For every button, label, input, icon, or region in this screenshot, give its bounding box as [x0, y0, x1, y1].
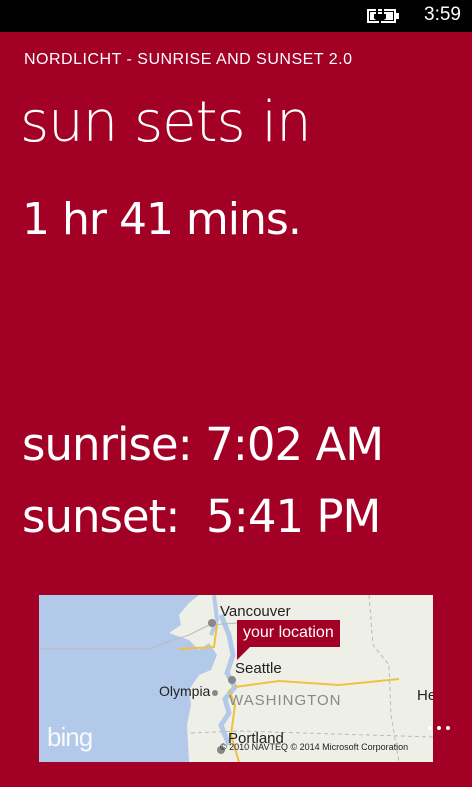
status-clock: 3:59 [424, 4, 461, 25]
map-place-vancouver: Vancouver [220, 603, 291, 620]
map-place-olympia: Olympia [159, 683, 211, 699]
battery-charging-icon [367, 9, 399, 23]
pin-pointer [237, 646, 251, 660]
sunset-time: 5:41 PM [206, 490, 381, 543]
sunrise-time: 7:02 AM [205, 418, 384, 471]
more-options-icon[interactable] [426, 722, 452, 734]
map-place-seattle: Seattle [235, 660, 282, 677]
sunset-countdown: 1 hr 41 mins. [22, 194, 302, 245]
location-map[interactable]: Vancouver Seattle Olympia WASHINGTON Por… [39, 595, 433, 762]
sunset-row: sunset: 5:41 PM [22, 490, 381, 543]
sunrise-row: sunrise: 7:02 AM [22, 418, 384, 471]
headline: sun sets in [20, 90, 312, 155]
bing-logo: bing [47, 722, 93, 752]
map-place-washington: WASHINGTON [229, 692, 342, 709]
sunset-label: sunset: [22, 490, 180, 543]
map-place-he: He [417, 687, 433, 704]
app-title: NORDLICHT - SUNRISE AND SUNSET 2.0 [24, 51, 353, 68]
your-location-pin[interactable]: your location [237, 620, 340, 647]
status-bar: 3:59 [0, 0, 472, 32]
map-copyright: © 2010 NAVTEQ © 2014 Microsoft Corporati… [220, 742, 409, 752]
sunrise-label: sunrise: [22, 418, 193, 471]
